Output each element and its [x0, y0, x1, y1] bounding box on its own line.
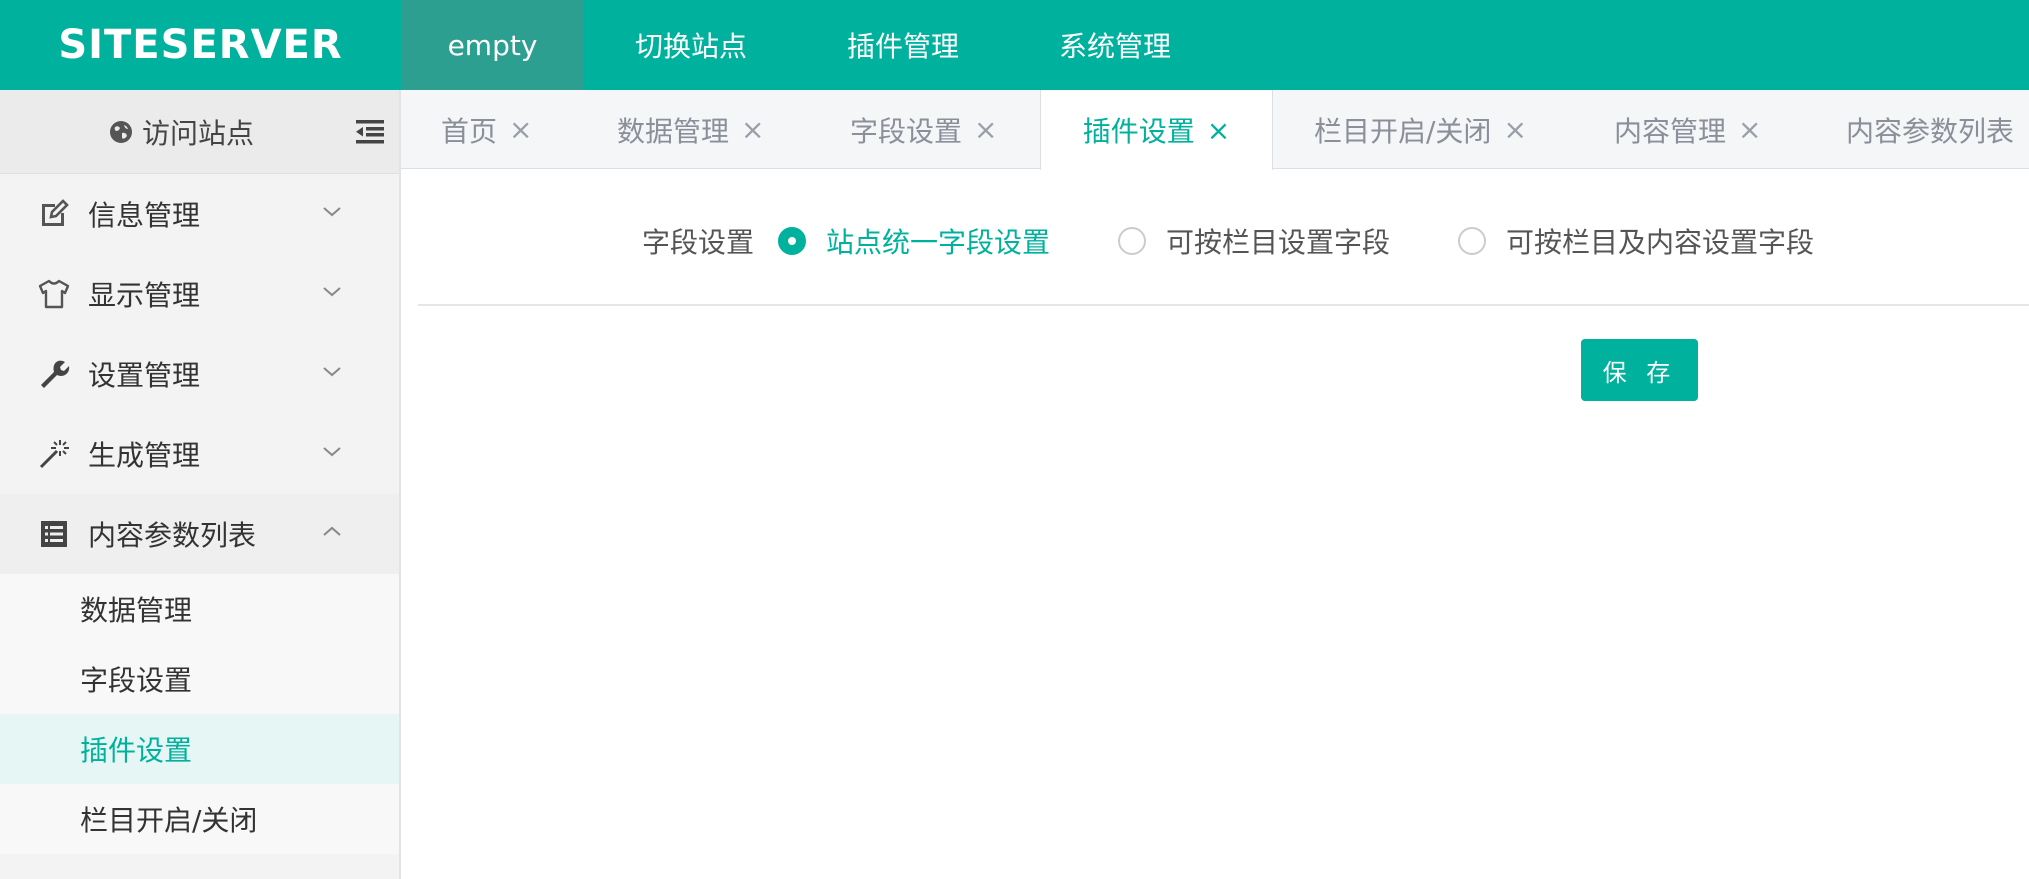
tab-plugin-settings[interactable]: 插件设置 × [1040, 90, 1273, 170]
chevron-down-icon [323, 447, 341, 457]
tab-plugin-settings-label: 插件设置 [1082, 115, 1195, 148]
globe-icon [110, 121, 132, 143]
submenu-item-data[interactable]: 数据管理 [0, 574, 399, 644]
magic-wand-icon [39, 440, 69, 469]
top-nav: empty 切换站点 插件管理 系统管理 [401, 0, 1222, 90]
visit-site-link[interactable]: 访问站点 [108, 90, 254, 174]
field-settings-row: 字段设置 站点统一字段设置 可按栏目设置字段 可按栏目及内容设置字段 [418, 200, 2029, 306]
close-icon[interactable]: × [974, 113, 997, 146]
save-button[interactable]: 保 存 [1581, 339, 1698, 401]
radio-site-unified-label: 站点统一字段设置 [826, 226, 1051, 259]
sidebar-item-display[interactable]: 显示管理 [0, 254, 399, 334]
sidebar-item-display-label: 显示管理 [88, 279, 201, 312]
chevron-down-icon [323, 207, 341, 217]
logo[interactable]: SITESERVER [0, 0, 401, 90]
top-nav-site-label: empty [447, 28, 538, 62]
close-icon[interactable]: × [1738, 113, 1761, 146]
logo-text: SITESERVER [58, 22, 343, 68]
sidebar: 访问站点 信息管理 显示管理 设置管理 生成管理 内容参数列表 数据管理 字段设… [0, 90, 401, 879]
chevron-down-icon [323, 367, 341, 377]
field-settings-label: 字段设置 [642, 226, 755, 259]
sidebar-item-info[interactable]: 信息管理 [0, 174, 399, 254]
tab-bar: 首页 × 数据管理 × 字段设置 × 插件设置 × 栏目开启/关闭 × 内容管理… [401, 90, 2029, 170]
visit-site-label: 访问站点 [142, 117, 255, 150]
tshirt-icon [38, 279, 70, 309]
close-icon[interactable]: × [1207, 114, 1230, 147]
tab-data[interactable]: 数据管理 × [617, 90, 764, 169]
edit-icon [42, 199, 69, 226]
submenu-item-fields-label: 字段设置 [80, 664, 193, 697]
radio-unchecked-icon[interactable] [1458, 227, 1486, 255]
close-icon[interactable]: × [509, 113, 532, 146]
tab-content[interactable]: 内容管理 × [1614, 90, 1761, 169]
submenu-item-plugin-settings-label: 插件设置 [80, 734, 193, 767]
radio-by-channel[interactable]: 可按栏目设置字段 [1118, 221, 1390, 261]
tab-channel-toggle-label: 栏目开启/关闭 [1314, 114, 1492, 148]
chevron-up-icon [323, 526, 341, 536]
sidebar-item-settings-label: 设置管理 [88, 359, 201, 392]
submenu-item-fields[interactable]: 字段设置 [0, 644, 399, 714]
submenu: 数据管理 字段设置 插件设置 栏目开启/关闭 [0, 574, 399, 854]
top-nav-plugins[interactable]: 插件管理 [798, 0, 1008, 90]
sidebar-collapse-icon[interactable] [354, 115, 386, 147]
tab-home[interactable]: 首页 × [441, 90, 532, 169]
top-nav-switch-site[interactable]: 切换站点 [584, 0, 798, 90]
radio-by-channel-and-content-label: 可按栏目及内容设置字段 [1506, 226, 1815, 259]
sidebar-item-content-params-label: 内容参数列表 [88, 519, 257, 552]
submenu-item-channel-toggle-label: 栏目开启/关闭 [80, 804, 258, 837]
tab-content-label: 内容管理 [1614, 114, 1727, 148]
tab-fields[interactable]: 字段设置 × [850, 90, 997, 169]
close-icon[interactable]: × [1503, 113, 1526, 146]
radio-checked-icon[interactable] [778, 227, 806, 255]
submenu-item-channel-toggle[interactable]: 栏目开启/关闭 [0, 784, 399, 854]
submenu-item-plugin-settings[interactable]: 插件设置 [0, 714, 399, 784]
sidebar-item-generate-label: 生成管理 [88, 439, 201, 472]
sidebar-item-info-label: 信息管理 [88, 199, 201, 232]
sidebar-item-content-params[interactable]: 内容参数列表 [0, 494, 399, 574]
list-icon [41, 521, 67, 547]
top-nav-system[interactable]: 系统管理 [1008, 0, 1222, 90]
radio-by-channel-label: 可按栏目设置字段 [1166, 226, 1391, 259]
top-header: SITESERVER empty 切换站点 插件管理 系统管理 [0, 0, 2029, 90]
tab-channel-toggle[interactable]: 栏目开启/关闭 × [1314, 90, 1527, 169]
top-nav-switch-site-label: 切换站点 [634, 30, 747, 63]
tab-content-params[interactable]: 内容参数列表 [1846, 90, 2014, 169]
tab-home-label: 首页 [441, 114, 498, 148]
wrench-icon [41, 360, 70, 388]
tab-data-label: 数据管理 [617, 114, 730, 148]
sidebar-item-generate[interactable]: 生成管理 [0, 414, 399, 494]
top-nav-system-label: 系统管理 [1058, 30, 1171, 63]
visit-bar: 访问站点 [0, 90, 399, 174]
top-nav-site[interactable]: empty [401, 0, 584, 90]
submenu-item-data-label: 数据管理 [80, 594, 193, 627]
radio-site-unified[interactable]: 站点统一字段设置 [778, 221, 1050, 261]
close-icon[interactable]: × [741, 113, 764, 146]
tab-content-params-label: 内容参数列表 [1846, 114, 2015, 148]
top-nav-plugins-label: 插件管理 [846, 30, 959, 63]
chevron-down-icon [323, 287, 341, 297]
radio-by-channel-and-content[interactable]: 可按栏目及内容设置字段 [1458, 221, 1814, 261]
sidebar-item-settings[interactable]: 设置管理 [0, 334, 399, 414]
radio-unchecked-icon[interactable] [1118, 227, 1146, 255]
tab-fields-label: 字段设置 [850, 114, 963, 148]
